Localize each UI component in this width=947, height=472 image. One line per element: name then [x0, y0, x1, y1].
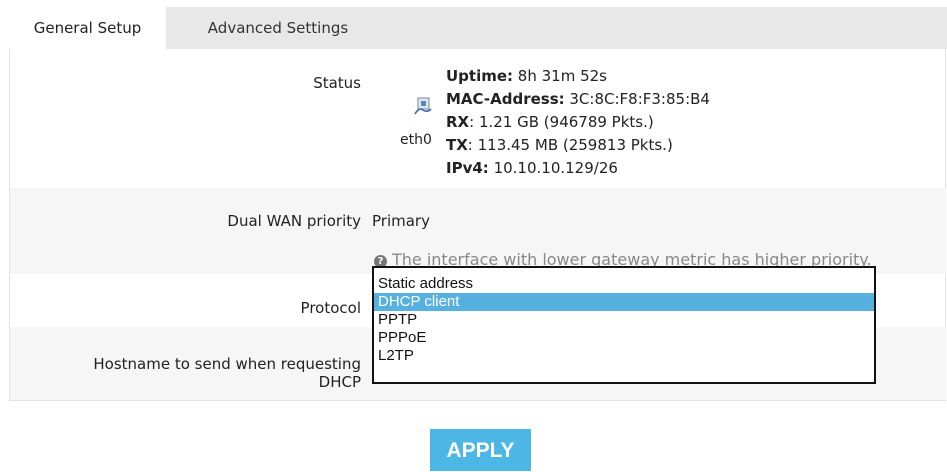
status-uptime: Uptime: 8h 31m 52s — [446, 67, 607, 85]
uptime-value: 8h 31m 52s — [513, 67, 607, 85]
status-ipv4: IPv4: 10.10.10.129/26 — [446, 159, 618, 177]
protocol-option-dhcp[interactable]: DHCP client — [374, 293, 874, 311]
status-tx: TX: 113.45 MB (259813 Pkts.) — [446, 136, 673, 154]
protocol-option-static[interactable]: Static address — [374, 275, 874, 293]
mac-value: 3C:8C:F8:F3:85:B4 — [564, 90, 710, 108]
hostname-label: Hostname to send when requesting DHCP — [93, 355, 361, 391]
mac-key: MAC-Address: — [446, 90, 565, 108]
tab-general-setup[interactable]: General Setup — [9, 7, 166, 49]
protocol-option-l2tp[interactable]: L2TP — [374, 347, 874, 365]
tx-key: TX — [446, 136, 468, 154]
rx-key: RX — [446, 113, 470, 131]
apply-button[interactable]: APPLY — [430, 429, 531, 471]
uptime-key: Uptime: — [446, 67, 514, 85]
hostname-label-line2: DHCP — [318, 373, 361, 391]
ipv4-value: 10.10.10.129/26 — [488, 159, 618, 177]
rx-value: : 1.21 GB (946789 Pkts.) — [469, 113, 654, 131]
protocol-option-pppoe[interactable]: PPPoE — [374, 329, 874, 347]
dual-wan-value[interactable]: Primary — [372, 212, 430, 230]
tab-advanced-settings[interactable]: Advanced Settings — [166, 7, 390, 49]
protocol-label: Protocol — [300, 299, 361, 317]
hostname-label-line1: Hostname to send when requesting — [93, 355, 361, 373]
status-rx: RX: 1.21 GB (946789 Pkts.) — [446, 113, 654, 131]
ipv4-key: IPv4: — [446, 159, 489, 177]
status-label: Status — [313, 74, 361, 92]
interface-name: eth0 — [400, 132, 432, 148]
protocol-dropdown-list[interactable]: Static address DHCP client PPTP PPPoE L2… — [372, 266, 876, 384]
protocol-option-pptp[interactable]: PPTP — [374, 311, 874, 329]
network-port-icon — [414, 97, 432, 115]
status-mac: MAC-Address: 3C:8C:F8:F3:85:B4 — [446, 90, 710, 108]
tx-value: : 113.45 MB (259813 Pkts.) — [467, 136, 673, 154]
dual-wan-label: Dual WAN priority — [227, 212, 361, 230]
